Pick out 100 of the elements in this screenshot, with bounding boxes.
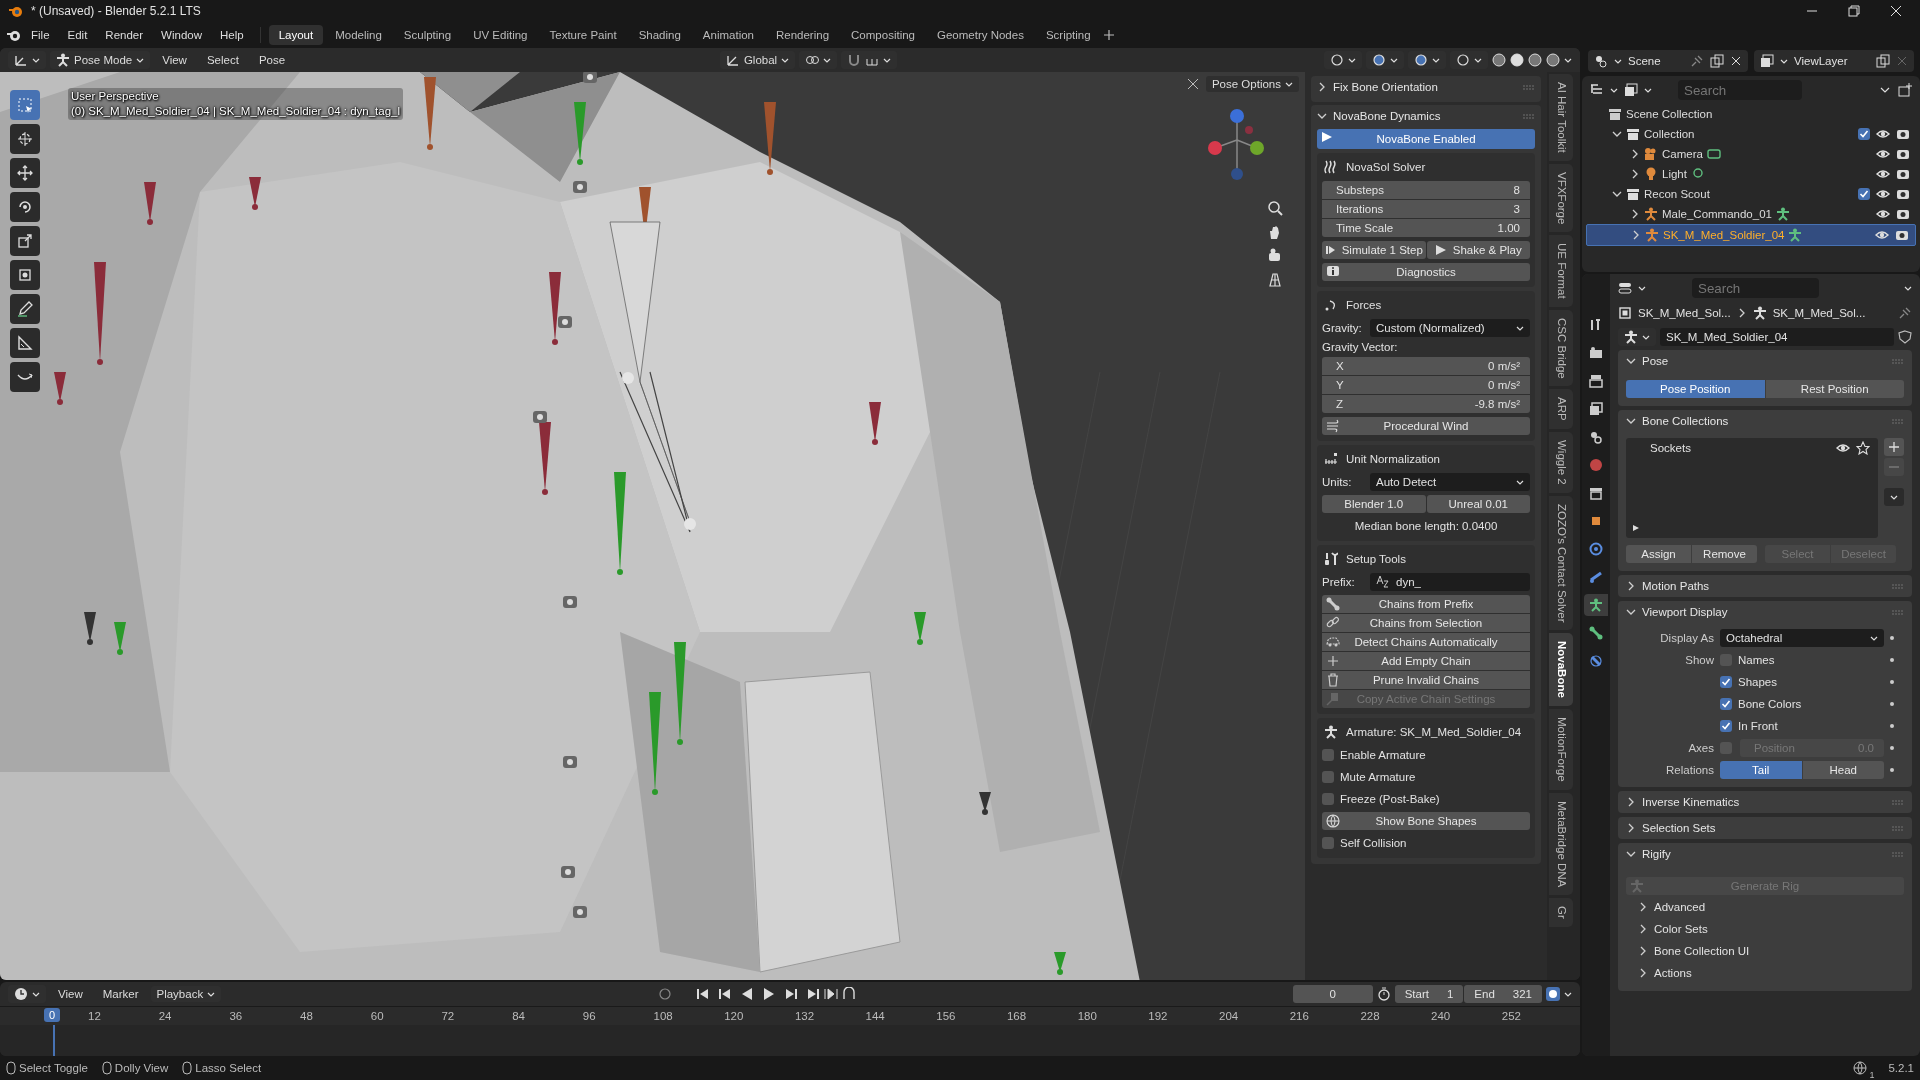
subpanel-title[interactable]: Bone Collection UI	[1654, 945, 1750, 957]
vector-field[interactable]: X 0 m/s²	[1322, 357, 1530, 375]
enable-toggle[interactable]: NovaBone Enabled	[1317, 129, 1535, 149]
panel-title[interactable]: Rigify	[1642, 848, 1671, 860]
chevron-icon[interactable]	[1630, 149, 1640, 159]
constraint-tab-icon[interactable]	[1589, 570, 1603, 584]
keyframe-dot-icon[interactable]	[1890, 680, 1894, 684]
collection-action-button[interactable]: Assign	[1626, 545, 1691, 563]
camera-icon[interactable]	[1896, 147, 1910, 161]
star-icon[interactable]	[1856, 441, 1870, 455]
scene-tab-icon[interactable]	[1589, 430, 1603, 444]
shield-icon[interactable]	[1898, 330, 1912, 344]
menu-item[interactable]: Select	[198, 51, 247, 69]
chevron-icon[interactable]	[1631, 230, 1641, 240]
snap-button[interactable]	[841, 51, 898, 69]
show-shapes-button[interactable]: Show Bone Shapes	[1322, 812, 1530, 830]
ruler-icon[interactable]	[10, 328, 40, 358]
number-field[interactable]: Substeps 8	[1322, 181, 1530, 199]
camera-view-icon[interactable]	[1267, 248, 1283, 264]
jump-start-icon[interactable]	[695, 987, 710, 1001]
sidebar-tab[interactable]: Gr	[1549, 898, 1573, 927]
view-layer-tab-icon[interactable]	[1589, 402, 1603, 416]
tool-tab-icon[interactable]	[1589, 318, 1603, 332]
sidebar-tab[interactable]: AI Hair Toolkit	[1549, 74, 1573, 161]
checkbox[interactable]	[1858, 128, 1870, 140]
bone-collection-item[interactable]: Sockets	[1626, 438, 1878, 458]
scale-preset-button[interactable]: Blender 1.0	[1322, 495, 1426, 513]
chevron-icon[interactable]	[1638, 902, 1648, 912]
panel-title[interactable]: Motion Paths	[1642, 580, 1710, 592]
mode-dropdown[interactable]: Pose Mode	[50, 51, 151, 69]
menu-item[interactable]: Help	[212, 26, 252, 44]
next-keyframe-icon[interactable]	[783, 987, 798, 1001]
chevron-icon[interactable]	[1317, 82, 1327, 92]
end-frame-field[interactable]: End 321	[1464, 985, 1542, 1003]
keyframe-dot-icon[interactable]	[1890, 768, 1894, 772]
duplicate-icon[interactable]	[1710, 54, 1724, 68]
keyframe-dot-icon[interactable]	[1890, 658, 1894, 662]
pivot-button[interactable]	[799, 51, 838, 69]
chevron-icon[interactable]	[1626, 356, 1636, 366]
sync-icon[interactable]	[1546, 987, 1560, 1001]
drag-handle-icon[interactable]	[1523, 83, 1535, 91]
chevron-icon[interactable]	[1612, 129, 1622, 139]
menu-item[interactable]: Window	[153, 26, 210, 44]
search-field[interactable]: Search	[1692, 278, 1819, 298]
drag-handle-icon[interactable]	[1892, 824, 1904, 832]
sidebar-tab[interactable]: NovaBone	[1549, 633, 1573, 707]
workspace-tab[interactable]: Compositing	[841, 25, 925, 45]
workspace-tab[interactable]: Geometry Nodes	[927, 25, 1034, 45]
editor-type-button[interactable]	[8, 51, 46, 69]
bone-tab-icon[interactable]	[1589, 626, 1603, 640]
menu-item[interactable]: View	[154, 51, 195, 69]
move-icon[interactable]	[10, 158, 40, 188]
sidebar-tab[interactable]: MetaBridge DNA	[1549, 792, 1573, 896]
sidebar-tab[interactable]: VFXForge	[1549, 163, 1573, 233]
number-field[interactable]: Iterations 3	[1322, 200, 1530, 218]
eye-icon[interactable]	[1876, 127, 1890, 141]
menu-item[interactable]: Pose	[250, 51, 294, 69]
chain-action-button[interactable]: Chains from Selection	[1322, 614, 1530, 632]
drag-handle-icon[interactable]	[1892, 850, 1904, 858]
chevron-icon[interactable]	[1612, 189, 1622, 199]
chevron-icon[interactable]	[1630, 169, 1640, 179]
workspace-tab[interactable]: Layout	[268, 25, 324, 45]
chevron-icon[interactable]	[1317, 111, 1327, 121]
workspace-tab[interactable]: Rendering	[766, 25, 840, 45]
workspace-tab[interactable]: Texture Paint	[539, 25, 627, 45]
restore-icon[interactable]	[1848, 5, 1860, 17]
checkbox[interactable]	[1720, 720, 1732, 732]
armature-tab-icon[interactable]	[1589, 598, 1603, 612]
jump-end-icon[interactable]	[805, 987, 820, 1001]
outliner-item[interactable]: Recon Scout	[1586, 184, 1916, 204]
checkbox[interactable]	[1322, 749, 1334, 761]
outliner-item[interactable]: SK_M_Med_Soldier_04	[1586, 224, 1916, 246]
expand-triangle-icon[interactable]	[1632, 524, 1640, 532]
keying-icon[interactable]	[657, 987, 672, 1001]
filter-image-icon[interactable]	[1624, 83, 1638, 97]
datablock-browse-button[interactable]	[1618, 328, 1656, 346]
new-collection-icon[interactable]	[1898, 83, 1912, 97]
wireframe-shading-icon[interactable]	[1492, 53, 1506, 67]
outliner-item[interactable]: Camera	[1586, 144, 1916, 164]
sidebar-tab[interactable]: Wiggle 2	[1549, 432, 1573, 493]
drag-handle-icon[interactable]	[1892, 357, 1904, 365]
eye-icon[interactable]	[1876, 167, 1890, 181]
zoom-icon[interactable]	[1267, 200, 1283, 216]
keyframe-dot-icon[interactable]	[1890, 746, 1894, 750]
menu-item[interactable]: Marker	[94, 985, 147, 1003]
wind-button[interactable]: Procedural Wind	[1322, 417, 1530, 435]
panel-title[interactable]: Fix Bone Orientation	[1333, 81, 1438, 93]
pose-mode-option[interactable]: Pose Position	[1626, 380, 1765, 398]
chevron-icon[interactable]	[1630, 209, 1640, 219]
vector-field[interactable]: Z -9.8 m/s²	[1322, 395, 1530, 413]
checkbox[interactable]	[1322, 793, 1334, 805]
panel-title[interactable]: Inverse Kinematics	[1642, 796, 1740, 808]
workspace-tab[interactable]: Shading	[628, 25, 691, 45]
drag-handle-icon[interactable]	[1523, 112, 1535, 120]
subpanel-title[interactable]: Color Sets	[1654, 923, 1708, 935]
simulate-button[interactable]: Shake & Play	[1426, 241, 1530, 259]
properties-tab[interactable]	[1584, 594, 1608, 616]
keyframe-dot-icon[interactable]	[1890, 702, 1894, 706]
menu-item[interactable]: View	[50, 985, 91, 1003]
editor-type-button[interactable]	[8, 985, 46, 1003]
